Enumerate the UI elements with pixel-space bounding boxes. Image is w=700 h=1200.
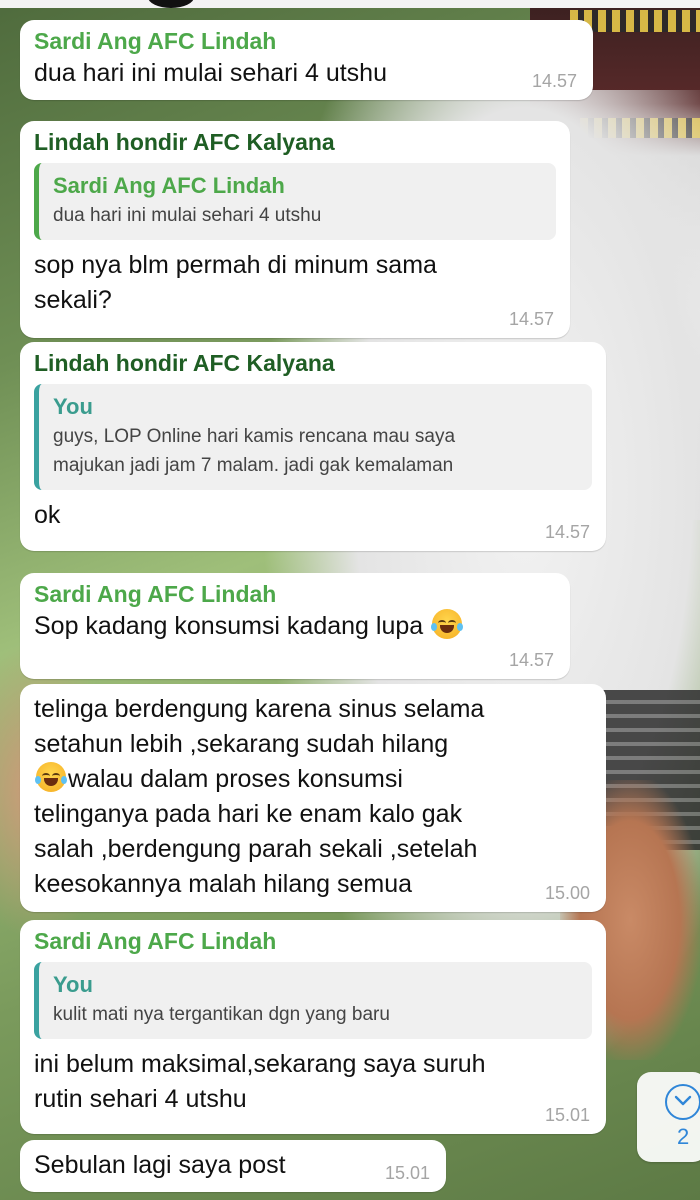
tears-of-joy-emoji-icon: [35, 762, 67, 792]
message-time: 14.57: [508, 309, 554, 329]
message-bubble[interactable]: telinga berdengung karena sinus selama s…: [20, 684, 606, 912]
message-sender[interactable]: Sardi Ang AFC Lindah: [34, 579, 556, 609]
status-bar-remnant: [0, 0, 700, 8]
chevron-down-icon: [665, 1084, 700, 1120]
message-time: 14.57: [508, 650, 554, 670]
message-text: Sebulan lagi saya post: [34, 1151, 286, 1179]
message-text-line: telinga berdengung karena sinus selama: [34, 695, 485, 723]
quoted-text-line: guys, LOP Online hari kamis rencana mau …: [53, 426, 456, 447]
quoted-message[interactable]: You kulit mati nya tergantikan dgn yang …: [34, 962, 592, 1039]
message-text-line: rutin sehari 4 utshu: [34, 1085, 247, 1113]
message-time: 15.01: [384, 1163, 430, 1183]
message-bubble[interactable]: Sardi Ang AFC Lindah You kulit mati nya …: [20, 920, 606, 1134]
message-text-line: sekali?: [34, 286, 112, 314]
message-time: 14.57: [544, 522, 590, 542]
message-time: 15.01: [544, 1105, 590, 1125]
message-sender[interactable]: Sardi Ang AFC Lindah: [34, 926, 592, 956]
message-text-line: telinganya pada hari ke enam kalo gak: [34, 800, 463, 828]
quoted-message[interactable]: Sardi Ang AFC Lindah dua hari ini mulai …: [34, 163, 556, 240]
message-text: dua hari ini mulai sehari 4 utshu: [34, 59, 387, 87]
quoted-sender: You: [53, 394, 93, 419]
scroll-to-bottom-button[interactable]: 2: [637, 1072, 700, 1162]
message-text-line: walau dalam proses konsumsi: [68, 765, 403, 793]
quoted-text: kulit mati nya tergantikan dgn yang baru: [53, 1004, 390, 1025]
quoted-text: dua hari ini mulai sehari 4 utshu: [53, 205, 322, 226]
quoted-message[interactable]: You guys, LOP Online hari kamis rencana …: [34, 384, 592, 490]
message-text-line: ini belum maksimal,sekarang saya suruh: [34, 1050, 486, 1078]
quoted-sender: You: [53, 972, 93, 997]
message-text-line: salah ,berdengung parah sekali ,setelah: [34, 835, 478, 863]
message-bubble[interactable]: Lindah hondir AFC Kalyana Sardi Ang AFC …: [20, 121, 570, 338]
message-text: Sop kadang konsumsi kadang lupa: [34, 612, 424, 640]
message-sender[interactable]: Sardi Ang AFC Lindah: [34, 26, 579, 56]
message-bubble[interactable]: Sebulan lagi saya post 15.01: [20, 1140, 446, 1192]
tears-of-joy-emoji-icon: [431, 609, 464, 639]
message-bubble[interactable]: Lindah hondir AFC Kalyana You guys, LOP …: [20, 342, 606, 551]
unread-count-badge: 2: [677, 1124, 690, 1149]
message-text-line: sop nya blm permah di minum sama: [34, 251, 437, 279]
message-time: 15.00: [544, 883, 590, 903]
message-bubble[interactable]: Sardi Ang AFC Lindah dua hari ini mulai …: [20, 20, 593, 100]
quoted-sender: Sardi Ang AFC Lindah: [53, 173, 285, 198]
message-time: 14.57: [531, 71, 577, 91]
quoted-text-line: majukan jadi jam 7 malam. jadi gak kemal…: [53, 455, 454, 476]
message-text-line: keesokannya malah hilang semua: [34, 870, 413, 898]
message-text: ok: [34, 501, 61, 529]
message-sender[interactable]: Lindah hondir AFC Kalyana: [34, 127, 556, 157]
message-sender[interactable]: Lindah hondir AFC Kalyana: [34, 348, 592, 378]
message-text-row: Sop kadang konsumsi kadang lupa: [34, 609, 556, 644]
message-text-row: walau dalam proses konsumsi: [34, 762, 592, 797]
message-bubble[interactable]: Sardi Ang AFC Lindah Sop kadang konsumsi…: [20, 573, 570, 679]
message-text-line: setahun lebih ,sekarang sudah hilang: [34, 730, 449, 758]
